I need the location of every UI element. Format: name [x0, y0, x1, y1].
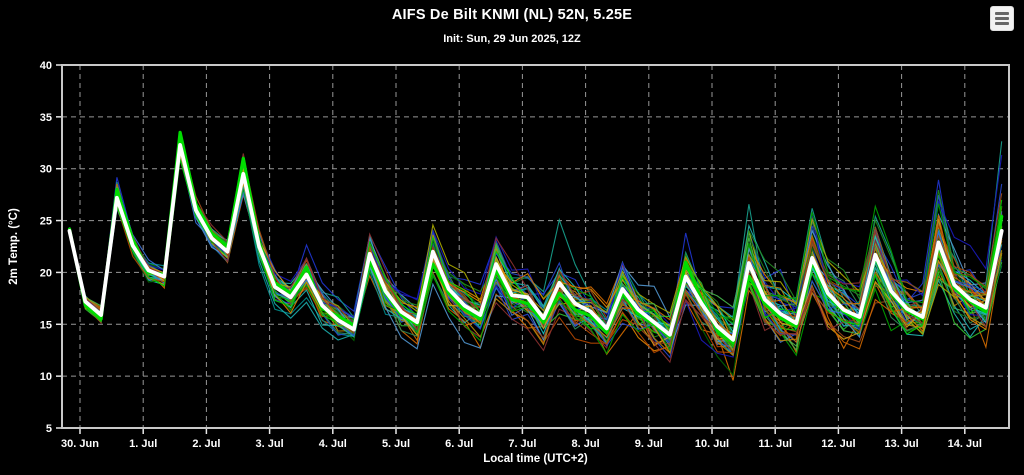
y-tick-label: 25 — [40, 216, 52, 228]
x-tick-label: 11. Jul — [758, 438, 792, 450]
x-tick-label: 2. Jul — [192, 438, 220, 450]
x-tick-label: 13. Jul — [884, 438, 918, 450]
y-tick-label: 35 — [40, 112, 52, 124]
x-tick-label: 1. Jul — [129, 438, 157, 450]
x-tick-label: 8. Jul — [572, 438, 600, 450]
x-tick-label: 9. Jul — [635, 438, 663, 450]
y-tick-label: 15 — [40, 319, 52, 331]
y-tick-label: 10 — [40, 371, 52, 383]
y-tick-label: 40 — [40, 60, 52, 72]
x-tick-label: 10. Jul — [695, 438, 729, 450]
x-tick-label: 7. Jul — [508, 438, 536, 450]
chart-title: AIFS De Bilt KNMI (NL) 52N, 5.25E — [391, 7, 633, 23]
y-tick-label: 30 — [40, 164, 52, 176]
x-tick-label: 5. Jul — [382, 438, 410, 450]
x-tick-labels: 30. Jun 1. Jul 2. Jul 3. Jul 4. Jul 5. Jul 6. … — [61, 438, 982, 450]
x-tick-label: 6. Jul — [445, 438, 473, 450]
chart-context-menu-button[interactable] — [990, 6, 1014, 31]
meteogram-page: AIFS De Bilt KNMI (NL) 52N, 5.25E Init: … — [0, 0, 1024, 475]
ensemble-meteogram-chart: 5 10 15 20 25 30 35 40 30. Jun 1. Jul 2. Jul 3. Jul… — [0, 0, 1024, 475]
chart-header: AIFS De Bilt KNMI (NL) 52N, 5.25E Init: … — [0, 7, 1024, 45]
chart-subtitle: Init: Sun, 29 Jun 2025, 12Z — [443, 33, 581, 45]
x-tick-label: 3. Jul — [256, 438, 284, 450]
x-tick-label: 12. Jul — [821, 438, 855, 450]
x-tick-label: 14. Jul — [948, 438, 982, 450]
y-tick-label: 20 — [40, 267, 52, 279]
y-axis-title: 2m Temp. (°C) — [8, 208, 20, 285]
y-tick-label: 5 — [46, 423, 52, 435]
x-tick-label: 30. Jun — [61, 438, 99, 450]
x-axis-title: Local time (UTC+2) — [483, 453, 588, 465]
x-tick-label: 4. Jul — [319, 438, 347, 450]
chart-background — [0, 0, 1024, 475]
